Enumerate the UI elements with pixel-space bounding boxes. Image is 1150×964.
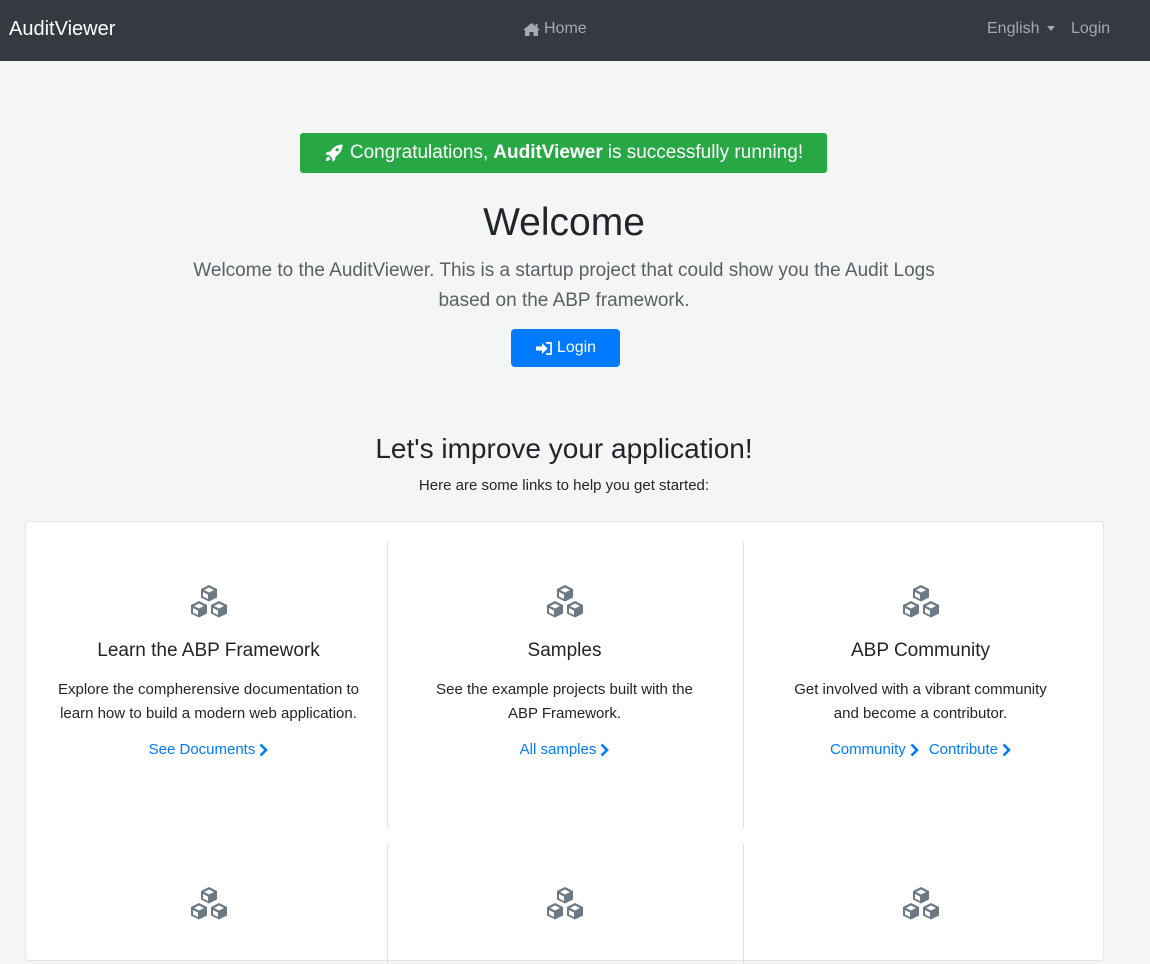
- congrats-suffix: is successfully running!: [607, 142, 804, 163]
- feature-title: ABP Community: [850, 640, 991, 661]
- cubes-icon: [402, 584, 727, 620]
- cubes-icon: [758, 886, 1083, 922]
- login-button-label: Login: [556, 339, 597, 356]
- feature-description: Explore the compherensive documentation …: [57, 681, 359, 722]
- cubes-icon: [46, 886, 371, 922]
- feature-title: Learn the ABP Framework: [97, 640, 320, 661]
- column-divider: [743, 844, 744, 964]
- feature-samples: Samples See the example projects built w…: [402, 584, 727, 762]
- improve-heading: Let's improve your application!: [375, 433, 753, 464]
- contribute-link[interactable]: Contribute: [929, 738, 1011, 762]
- top-navbar: AuditViewer Home English Login: [0, 0, 1150, 61]
- feature-community: ABP Community Get involved with a vibran…: [758, 584, 1083, 762]
- congrats-app-name: AuditViewer: [493, 142, 603, 163]
- caret-down-icon: [1047, 26, 1056, 31]
- welcome-description: Welcome to the AuditViewer. This is a st…: [193, 260, 935, 311]
- all-samples-link[interactable]: All samples: [520, 738, 610, 762]
- feature-title: Samples: [527, 640, 602, 661]
- nav-home-label: Home: [544, 20, 587, 37]
- community-link[interactable]: Community: [830, 738, 919, 762]
- home-icon: [523, 22, 540, 36]
- chevron-right-icon: [259, 743, 269, 757]
- link-label: Community: [829, 741, 906, 758]
- link-label: All samples: [519, 741, 597, 758]
- nav-home-link[interactable]: Home: [522, 19, 587, 39]
- link-label: Contribute: [928, 741, 999, 758]
- feature-description: Get involved with a vibrant community an…: [794, 681, 1047, 722]
- language-label: English: [987, 20, 1040, 37]
- chevron-right-icon: [910, 743, 919, 757]
- improve-subheading: Here are some links to help you get star…: [418, 477, 710, 494]
- cubes-icon: [402, 886, 727, 922]
- chevron-right-icon: [1002, 743, 1011, 757]
- rocket-icon: [325, 144, 343, 162]
- nav-login-link[interactable]: Login: [1071, 19, 1110, 39]
- cubes-icon: [758, 584, 1083, 620]
- language-dropdown[interactable]: English: [987, 19, 1056, 39]
- login-button[interactable]: Login: [511, 329, 620, 367]
- feature-card: Learn the ABP Framework Explore the comp…: [25, 521, 1104, 964]
- feature-learn-abp: Learn the ABP Framework Explore the comp…: [46, 584, 371, 762]
- column-divider: [743, 542, 744, 828]
- chevron-right-icon: [600, 743, 610, 757]
- welcome-title: Welcome: [483, 201, 645, 244]
- congrats-prefix: Congratulations,: [349, 142, 489, 163]
- feature-description: See the example projects built with the …: [436, 681, 693, 722]
- cubes-icon: [46, 584, 371, 620]
- brand-logo-text[interactable]: AuditViewer: [9, 17, 115, 41]
- success-banner: Congratulations, AuditViewer is successf…: [300, 133, 827, 173]
- column-divider: [387, 844, 388, 964]
- link-label: See Documents: [148, 741, 256, 758]
- see-documents-link[interactable]: See Documents: [149, 738, 269, 762]
- column-divider: [387, 542, 388, 828]
- sign-in-icon: [535, 341, 552, 355]
